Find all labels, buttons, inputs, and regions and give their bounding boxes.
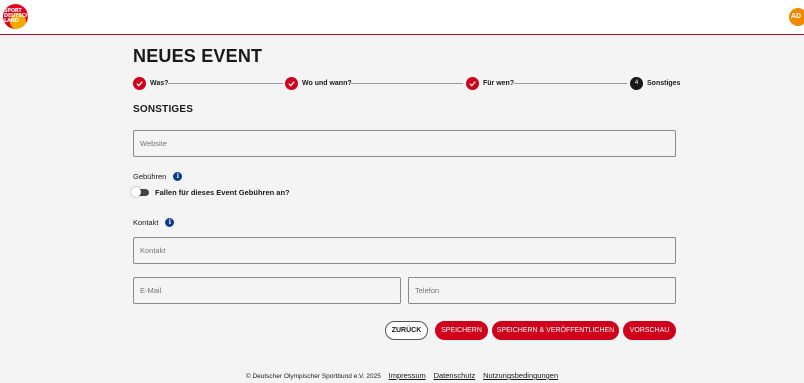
stepper-connector — [514, 82, 627, 84]
toggle-knob — [131, 187, 141, 197]
top-bar: SPORT DEUTSCH LAND AD — [0, 0, 804, 35]
contact-input[interactable] — [133, 237, 676, 264]
step-sonstiges[interactable]: 4 Sonstiges — [630, 76, 680, 90]
step-label: Sonstiges — [647, 79, 681, 87]
step-number: 4 — [630, 76, 643, 90]
contact-label: Kontakt — [133, 218, 159, 227]
fees-toggle[interactable] — [131, 187, 149, 197]
check-icon — [285, 76, 298, 90]
email-input[interactable] — [133, 277, 401, 304]
stepper-connector — [351, 82, 463, 84]
nutzungsbedingungen-link[interactable]: Nutzungsbedingungen — [483, 371, 558, 380]
progress-stepper: Was? Wo und wann? Für wen? 4 Sonstiges — [133, 76, 680, 90]
fees-toggle-row: Fallen für dieses Event Gebühren an? — [131, 187, 290, 197]
page-title: NEUES EVENT — [133, 46, 263, 66]
step-label: Für wen? — [483, 79, 515, 87]
stepper-connector — [168, 82, 283, 84]
sport-deutschland-logo[interactable]: SPORT DEUTSCH LAND — [3, 4, 28, 29]
footer: © Deutscher Olympischer Sportbund e.V. 2… — [0, 371, 804, 380]
logo-text: SPORT DEUTSCH LAND — [4, 8, 28, 24]
save-button[interactable]: SPEICHERN — [435, 321, 488, 340]
check-icon — [466, 76, 479, 90]
fees-label-group: Gebühren i — [133, 172, 183, 181]
section-title: SONSTIGES — [133, 104, 194, 115]
info-icon[interactable]: i — [173, 172, 183, 181]
website-input[interactable] — [133, 130, 676, 157]
datenschutz-link[interactable]: Datenschutz — [434, 371, 476, 380]
impressum-link[interactable]: Impressum — [389, 371, 426, 380]
step-was[interactable]: Was? — [133, 76, 168, 90]
step-fuer-wen[interactable]: Für wen? — [466, 76, 514, 90]
user-avatar[interactable]: AD — [789, 8, 804, 26]
fees-toggle-label: Fallen für dieses Event Gebühren an? — [155, 188, 290, 197]
preview-button[interactable]: VORSCHAU — [623, 321, 676, 340]
contact-label-group: Kontakt i — [133, 218, 175, 227]
step-label: Was? — [150, 79, 169, 87]
info-icon[interactable]: i — [165, 218, 175, 227]
phone-input[interactable] — [408, 277, 676, 304]
fees-label: Gebühren — [133, 172, 167, 181]
check-icon — [133, 76, 146, 90]
step-label: Wo und wann? — [302, 79, 352, 87]
step-wo-und-wann[interactable]: Wo und wann? — [285, 76, 352, 90]
save-publish-button[interactable]: SPEICHERN & VERÖFFENTLICHEN — [492, 321, 619, 340]
copyright-text: © Deutscher Olympischer Sportbund e.V. 2… — [245, 373, 381, 380]
back-button[interactable]: ZURÜCK — [385, 321, 428, 340]
